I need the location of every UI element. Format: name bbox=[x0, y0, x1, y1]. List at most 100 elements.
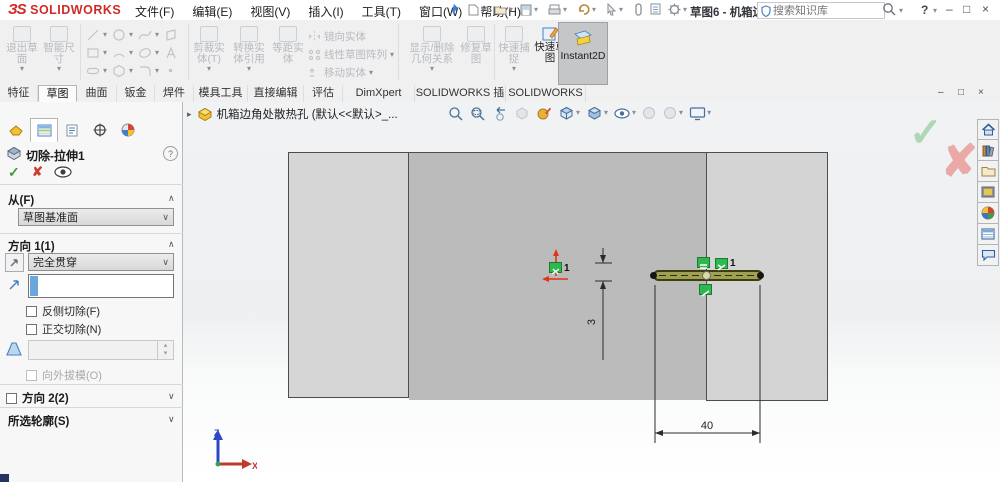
doc-restore-button[interactable]: □ bbox=[958, 87, 964, 98]
from-combo[interactable]: 草图基准面 ∨ bbox=[18, 208, 174, 226]
sketch-line-tool[interactable]: ▾ bbox=[86, 28, 107, 42]
save-button[interactable]: ▾ bbox=[520, 4, 538, 16]
menu-view[interactable]: 视图(V) bbox=[250, 3, 290, 20]
tab-features[interactable]: 特征 bbox=[0, 85, 38, 102]
constraint-midpoint-badge[interactable] bbox=[699, 284, 712, 297]
open-button[interactable]: ▾ bbox=[494, 4, 513, 15]
chevron-up-icon[interactable]: ∧ bbox=[168, 193, 175, 204]
menu-insert[interactable]: 插入(I) bbox=[308, 3, 343, 20]
sketch-circle-tool[interactable]: ▾ bbox=[112, 28, 133, 42]
custom-properties-tab-button[interactable] bbox=[977, 224, 999, 245]
cancel-button[interactable]: ✘ bbox=[32, 164, 43, 180]
tab-sw-mbd[interactable]: SOLIDWORKS MBD bbox=[506, 85, 586, 115]
display-delete-relations-button[interactable]: 显示/删除 几何关系 ▾ bbox=[404, 26, 460, 73]
convert-entities-button[interactable]: 转换实 体引用 ▾ bbox=[228, 26, 270, 73]
flip-side-to-cut-checkbox[interactable]: 反侧切除(F) bbox=[26, 303, 100, 319]
attachment-icon[interactable] bbox=[634, 3, 643, 16]
sketch-polygon-tool[interactable]: ▾ bbox=[112, 64, 133, 78]
tab-mold-tools[interactable]: 模具工具 bbox=[194, 85, 248, 102]
tab-dimxpert[interactable]: DimXpert bbox=[343, 85, 415, 102]
slot-center-point[interactable] bbox=[702, 271, 711, 280]
menu-tools[interactable]: 工具(T) bbox=[362, 3, 401, 20]
chevron-up-icon[interactable]: ∧ bbox=[168, 239, 175, 250]
file-explorer-tab-button[interactable] bbox=[977, 161, 999, 182]
chevron-down-icon[interactable]: ∨ bbox=[168, 414, 175, 425]
slot-endpoint-left[interactable] bbox=[650, 272, 657, 279]
appearances-tab-button[interactable] bbox=[977, 203, 999, 224]
sketch-fillet-tool[interactable]: ▾ bbox=[138, 64, 159, 78]
end-condition-combo[interactable]: 完全贯穿 ∨ bbox=[28, 253, 174, 271]
pin-menubar-icon[interactable] bbox=[448, 3, 460, 21]
preview-eye-button[interactable] bbox=[54, 166, 72, 178]
tab-evaluate[interactable]: 评估 bbox=[304, 85, 343, 102]
help-caret-icon[interactable]: ▾ bbox=[933, 7, 937, 15]
dimension-3-value[interactable]: 3 bbox=[586, 319, 598, 325]
graphics-area[interactable]: ▸ 机箱边角处散热孔 (默认<<默认>_... ▾ ▾ ▾ ▾ ▾ 3 40 1… bbox=[183, 102, 1000, 482]
sketch-slot-tool[interactable]: ▾ bbox=[86, 64, 107, 78]
configurationmanager-tab[interactable] bbox=[58, 118, 86, 142]
design-library-tab-button[interactable] bbox=[977, 140, 999, 161]
offset-entities-button[interactable]: 等距实 体 bbox=[270, 26, 306, 65]
move-entities-button[interactable]: 移动实体 ▾ bbox=[308, 65, 373, 80]
menu-file[interactable]: 文件(F) bbox=[135, 3, 174, 20]
origin-constraint-badge[interactable] bbox=[549, 262, 562, 275]
help-button[interactable]: ? bbox=[921, 3, 928, 17]
trim-entities-button[interactable]: 剪裁实 体(T) ▾ bbox=[190, 26, 228, 73]
direction2-checkbox[interactable]: 方向 2(2) bbox=[6, 390, 69, 406]
dimxpertmanager-tab[interactable] bbox=[86, 118, 114, 142]
constraint-coincident-badge[interactable] bbox=[715, 258, 728, 271]
tab-sheet-metal[interactable]: 钣金 bbox=[117, 85, 155, 102]
dimension-3[interactable] bbox=[595, 248, 612, 360]
sketch-ellipse-tool[interactable]: ▾ bbox=[138, 46, 159, 60]
linear-sketch-pattern-button[interactable]: 线性草图阵列 ▾ bbox=[308, 47, 394, 62]
sketch-plane-tool[interactable] bbox=[164, 28, 178, 42]
sketch-arc-tool[interactable]: ▾ bbox=[112, 46, 133, 60]
search-caret-icon[interactable]: ▾ bbox=[899, 7, 903, 15]
forum-tab-button[interactable] bbox=[977, 245, 999, 266]
search-button[interactable] bbox=[882, 2, 897, 22]
displaymanager-tab[interactable] bbox=[114, 118, 142, 142]
smart-dimension-button[interactable]: 智能尺 寸 ▾ bbox=[41, 26, 77, 73]
doc-close-button[interactable]: × bbox=[978, 87, 984, 98]
normal-cut-checkbox[interactable]: 正交切除(N) bbox=[26, 321, 101, 337]
instant2d-toggle[interactable]: Instant2D bbox=[558, 22, 608, 85]
direction-reference-input[interactable] bbox=[28, 274, 174, 298]
window-close-button[interactable]: × bbox=[982, 2, 989, 16]
dimension-40-value[interactable]: 40 bbox=[701, 420, 713, 432]
window-restore-button[interactable]: □ bbox=[963, 2, 970, 16]
menu-edit[interactable]: 编辑(E) bbox=[192, 3, 232, 20]
featuremanager-tab[interactable] bbox=[2, 118, 30, 142]
sketch-spline-tool[interactable]: ▾ bbox=[138, 28, 159, 42]
tab-weldments[interactable]: 焊件 bbox=[155, 85, 194, 102]
quick-snaps-button[interactable]: 快速捕 捉 ▾ bbox=[496, 26, 532, 73]
draft-angle-spinner[interactable]: ▴ ▾ bbox=[28, 340, 174, 360]
sketch-rectangle-tool[interactable]: ▾ bbox=[86, 46, 107, 60]
undo-button[interactable]: ▾ bbox=[577, 3, 596, 16]
confirm-ok-button[interactable]: ✓ bbox=[909, 110, 943, 156]
tab-direct-editing[interactable]: 直接编辑 bbox=[248, 85, 304, 102]
doc-minimize-button[interactable]: – bbox=[938, 87, 944, 98]
new-document-button[interactable]: ▾ bbox=[468, 4, 485, 16]
sketch-point-tool[interactable] bbox=[164, 64, 178, 78]
sketch-text-tool[interactable] bbox=[164, 46, 178, 60]
confirm-cancel-button[interactable]: ✘ bbox=[941, 136, 978, 187]
select-button[interactable]: ▾ bbox=[606, 3, 623, 16]
tab-sketch[interactable]: 草图 bbox=[38, 85, 77, 102]
home-tab-button[interactable] bbox=[977, 119, 999, 140]
exit-sketch-button[interactable]: 退出草 面 ▾ bbox=[4, 26, 40, 73]
print-button[interactable]: ▾ bbox=[548, 4, 567, 16]
spinner-buttons[interactable]: ▴ ▾ bbox=[157, 341, 173, 359]
chevron-down-icon[interactable]: ∨ bbox=[168, 391, 175, 402]
propertymanager-tab[interactable] bbox=[30, 118, 58, 142]
window-minimize-button[interactable]: – bbox=[946, 2, 953, 16]
panel-help-button[interactable]: ? bbox=[163, 146, 178, 161]
view-palette-tab-button[interactable] bbox=[977, 182, 999, 203]
slot-endpoint-right[interactable] bbox=[757, 272, 764, 279]
mirror-entities-button[interactable]: 镜向实体 bbox=[308, 29, 366, 44]
tab-surfaces[interactable]: 曲面 bbox=[77, 85, 117, 102]
options-gear-button[interactable]: ▾ bbox=[668, 3, 687, 16]
task-list-button[interactable] bbox=[650, 3, 661, 15]
reverse-direction-button[interactable] bbox=[5, 253, 24, 272]
search-input[interactable] bbox=[771, 3, 867, 18]
tab-sw-addins[interactable]: SOLIDWORKS 插件 bbox=[415, 85, 506, 115]
